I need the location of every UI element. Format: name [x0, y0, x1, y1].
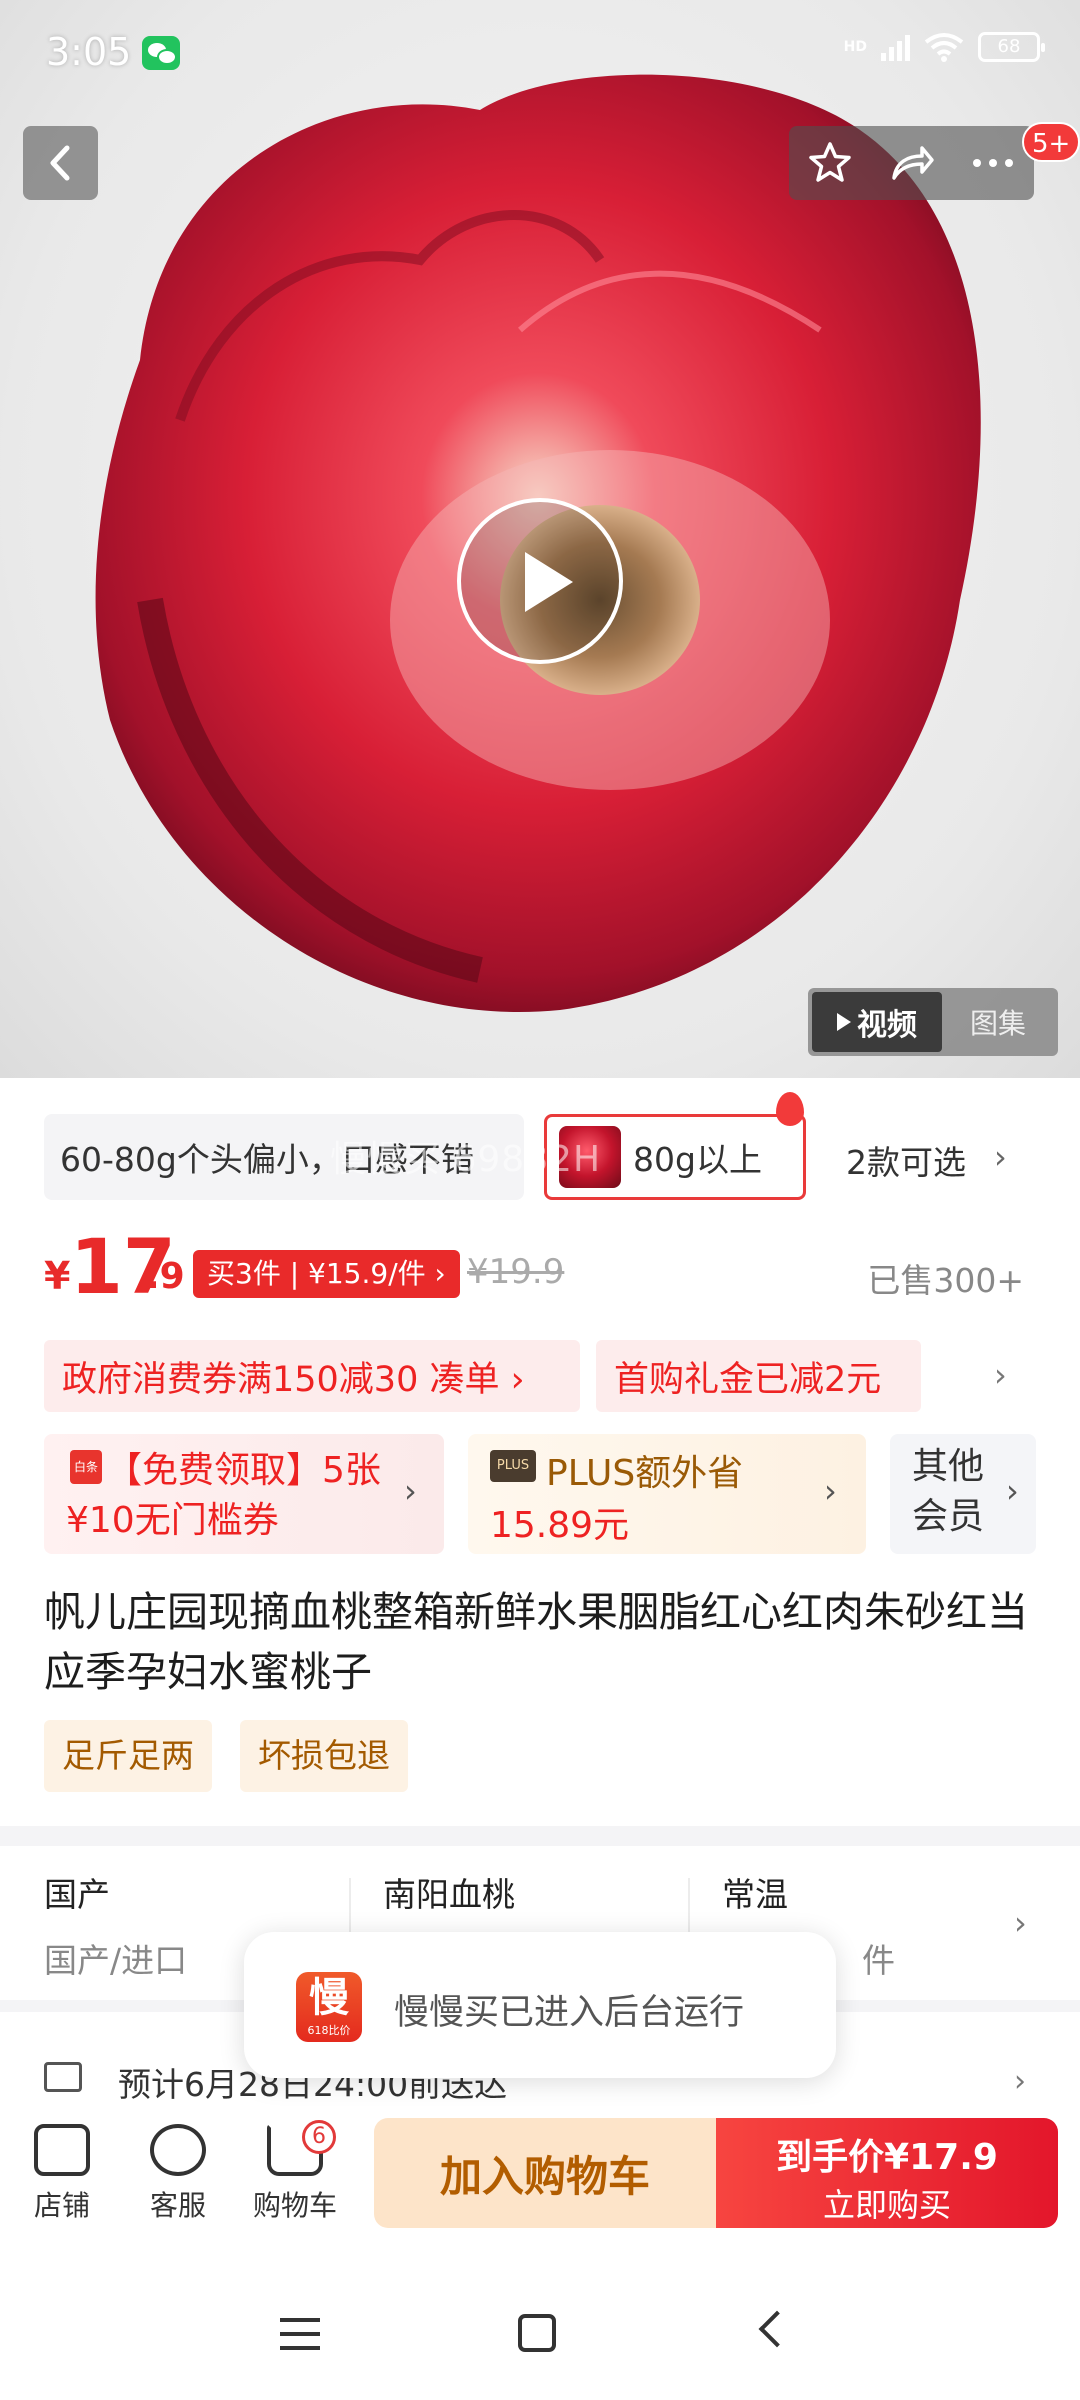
video-tab-label: 视频: [857, 1008, 917, 1043]
tag-damage-refund: 坏损包退: [240, 1720, 408, 1792]
more-dots-icon: [973, 159, 1014, 167]
price-decimal: .9: [146, 1256, 185, 1297]
original-price: ¥19.9: [467, 1252, 565, 1292]
background-toast: 慢 618比价 慢慢买已进入后台运行: [244, 1932, 836, 2078]
free-coupon-text: 【免费领取】5张¥10无门槛券: [66, 1450, 381, 1541]
variant-option-large-label: 80g以上: [633, 1140, 762, 1179]
status-time: 3:05: [46, 30, 132, 74]
smile-chat-icon: [150, 2124, 206, 2176]
hot-flame-icon: [776, 1092, 804, 1126]
share-button[interactable]: [871, 126, 953, 200]
customer-service-label: 客服: [149, 2189, 206, 2222]
store-icon: [34, 2124, 90, 2176]
variant-count[interactable]: 2款可选: [846, 1136, 966, 1184]
plus-savings-amount: 15.89元: [490, 1505, 630, 1546]
first-purchase-coupon[interactable]: 首购礼金已减2元: [596, 1340, 921, 1412]
share-icon: [891, 146, 934, 180]
product-title: 帆儿庄园现摘血桃整箱新鲜水果胭脂红心红肉朱砂红当应季孕妇水蜜桃子: [44, 1588, 1028, 1696]
plus-badge-icon: PLUS: [490, 1450, 536, 1482]
chevron-right-icon[interactable]: ›: [994, 1356, 1007, 1394]
status-icons: HD 68: [843, 32, 1045, 62]
spec-value: 南阳血桃: [383, 1875, 515, 1914]
gov-coupon[interactable]: 政府消费券满150减30 凑单 ›: [44, 1340, 580, 1412]
chevron-left-icon: [50, 145, 70, 181]
section-divider: [0, 1826, 1080, 1846]
wechat-notification-icon: [142, 36, 180, 70]
chevron-right-icon: ›: [404, 1472, 417, 1510]
spec-variety[interactable]: 南阳血桃: [383, 1868, 515, 1916]
spec-origin[interactable]: 国产 国产/进口: [44, 1868, 187, 1980]
other-member-label: 其他会员: [912, 1446, 985, 1537]
chevron-right-icon[interactable]: ›: [1014, 2064, 1026, 2099]
system-navigation-bar: [0, 2268, 1080, 2400]
price-currency: ¥: [44, 1254, 71, 1298]
battery-icon: 68: [978, 32, 1045, 62]
signal-icon: [881, 33, 910, 61]
app-icon-subtitle: 618比价: [307, 2024, 351, 2037]
spec-value: 国产: [44, 1875, 110, 1914]
sold-count: 已售300+: [867, 1261, 1024, 1300]
product-hero-image[interactable]: 3:05 HD 68 5+ 视频 图集: [0, 0, 1080, 1078]
media-toggle: 视频 图集: [808, 988, 1058, 1056]
hd-label: HD: [843, 39, 867, 55]
header-actions: [789, 126, 1034, 200]
recent-apps-icon[interactable]: [280, 2318, 320, 2350]
buy-now-label: 立即购买: [822, 2186, 951, 2224]
bottom-action-bar: 店铺 客服 购物车 6 加入购物车 到手价¥17.9 立即购买: [0, 2106, 1080, 2256]
cart-label: 购物车: [252, 2189, 337, 2222]
spec-storage[interactable]: 常温 件: [722, 1868, 895, 1980]
tag-full-weight: 足斤足两: [44, 1720, 212, 1792]
home-icon[interactable]: [518, 2314, 556, 2352]
other-member-card[interactable]: 其他会员 ›: [890, 1434, 1036, 1554]
play-video-button[interactable]: [457, 498, 623, 664]
customer-service-button[interactable]: 客服: [128, 2124, 228, 2224]
watermark: 慢慢买 69882H: [330, 1139, 602, 1180]
final-price-label: 到手价¥17.9: [776, 2137, 998, 2178]
store-label: 店铺: [33, 2189, 90, 2222]
plus-savings-label: PLUS额外省: [546, 1453, 744, 1494]
toast-message: 慢慢买已进入后台运行: [394, 1993, 745, 2033]
chevron-right-icon[interactable]: ›: [994, 1138, 1007, 1176]
spec-key: 件: [862, 1941, 895, 1980]
plus-savings-card[interactable]: PLUS PLUS额外省 15.89元 ›: [468, 1434, 866, 1554]
message-count-badge: 5+: [1022, 122, 1080, 162]
manmanmai-app-icon: 慢 618比价: [296, 1972, 362, 2042]
cart-count-badge: 6: [302, 2120, 336, 2154]
spec-key: 国产/进口: [44, 1941, 188, 1980]
favorite-button[interactable]: [789, 126, 871, 200]
play-triangle-icon: [837, 1013, 851, 1031]
star-icon: [809, 142, 851, 182]
chevron-right-icon: ›: [1006, 1472, 1019, 1510]
chevron-right-icon: ›: [824, 1472, 837, 1510]
free-coupon-card[interactable]: 白条 【免费领取】5张¥10无门槛券 ›: [44, 1434, 444, 1554]
buy-now-button[interactable]: 到手价¥17.9 立即购买: [716, 2118, 1058, 2228]
app-icon-glyph: 慢: [309, 1975, 349, 2021]
gallery-tab[interactable]: 图集: [942, 992, 1054, 1052]
video-tab[interactable]: 视频: [812, 992, 942, 1052]
store-button[interactable]: 店铺: [12, 2124, 112, 2224]
wifi-icon: [924, 33, 964, 62]
chevron-right-icon[interactable]: ›: [1014, 1904, 1027, 1942]
add-to-cart-button[interactable]: 加入购物车: [374, 2118, 716, 2228]
back-icon[interactable]: [758, 2310, 796, 2348]
back-button[interactable]: [23, 126, 98, 200]
spec-value: 常温: [722, 1875, 788, 1914]
truck-icon: [44, 2062, 82, 2092]
multi-buy-tag[interactable]: 买3件 | ¥15.9/件 ›: [193, 1250, 460, 1298]
